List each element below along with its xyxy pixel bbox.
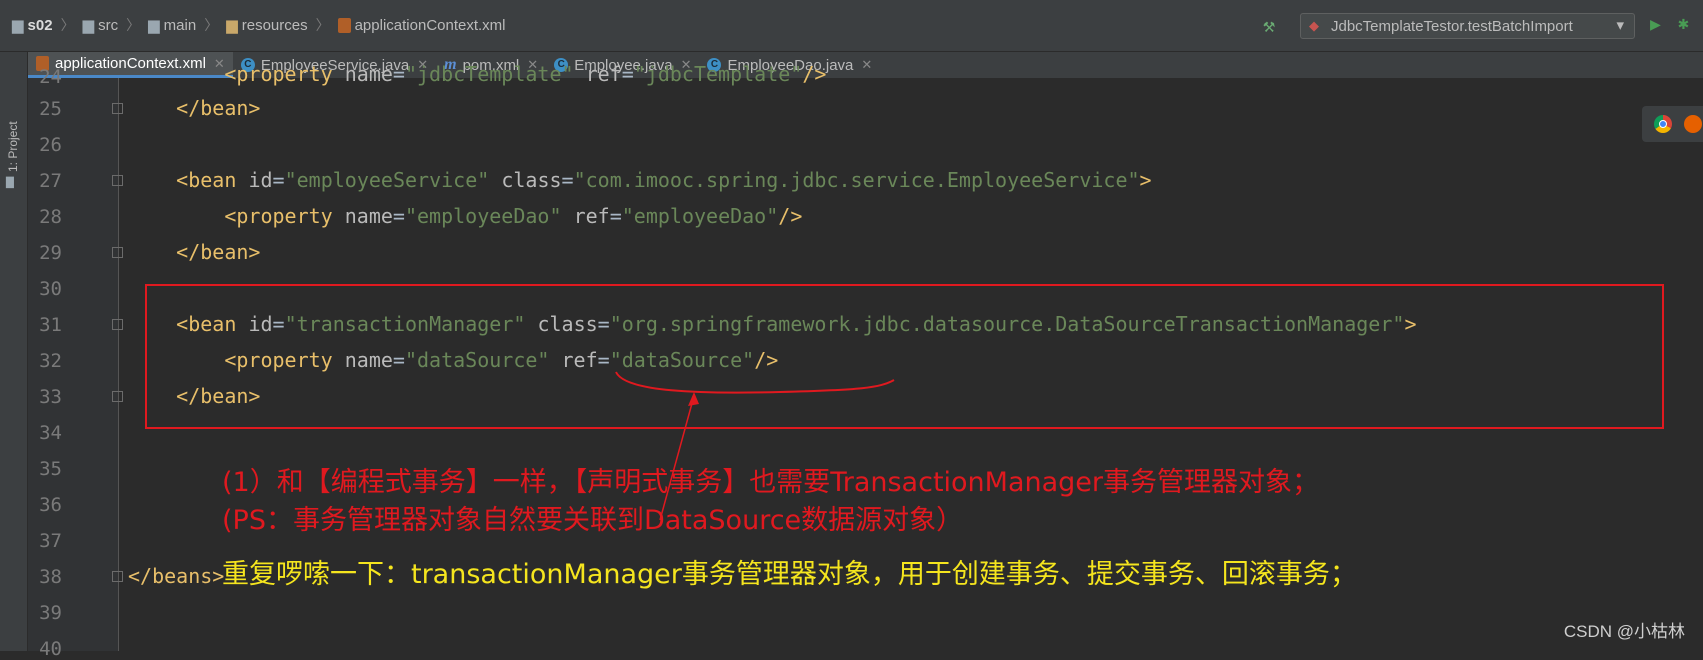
line-number: 35 <box>39 458 62 480</box>
code-line-29[interactable]: </bean> <box>128 240 260 264</box>
folder-icon: ▆ <box>148 17 160 34</box>
code-line-27[interactable]: <bean id="employeeService" class="com.im… <box>128 168 1151 192</box>
breadcrumb-src[interactable]: ▆ src <box>82 16 119 35</box>
build-hammer-icon[interactable]: ⚒ <box>1263 13 1275 37</box>
watermark: CSDN @小枯林 <box>1563 622 1685 641</box>
fold-marker[interactable] <box>112 247 123 258</box>
fold-marker[interactable] <box>112 391 123 402</box>
breadcrumb-main[interactable]: ▆ main <box>148 16 196 35</box>
folder-icon: ▆ <box>12 17 24 34</box>
line-number: 33 <box>39 386 62 408</box>
project-tool-label[interactable]: 1: Project <box>6 121 20 172</box>
project-folder-icon: ▆ <box>6 174 14 189</box>
gutter-divider <box>118 78 119 651</box>
line-number: 25 <box>39 98 62 120</box>
code-line-25[interactable]: </bean> <box>128 96 260 120</box>
annotation-yellow-line: 重复啰嗦一下：transactionManager事务管理器对象，用于创建事务、… <box>222 559 1357 590</box>
fold-marker[interactable] <box>112 103 123 114</box>
browser-preview-toolbar <box>1642 106 1703 142</box>
highlight-box <box>145 284 1664 429</box>
line-number: 26 <box>39 134 62 156</box>
line-number: 30 <box>39 278 62 300</box>
breadcrumb-resources[interactable]: ▆ resources <box>226 16 307 35</box>
annotation-red-line-2: (PS：事务管理器对象自然要关联到DataSource数据源对象） <box>222 505 964 536</box>
line-number: 38 <box>39 566 62 588</box>
line-number: 39 <box>39 602 62 624</box>
line-number: 34 <box>39 422 62 444</box>
fold-marker[interactable] <box>112 319 123 330</box>
line-number: 28 <box>39 206 62 228</box>
line-number: 37 <box>39 530 62 552</box>
line-number: 32 <box>39 350 62 372</box>
folder-icon: ▆ <box>82 17 95 34</box>
run-play-icon[interactable]: ▶ <box>1650 14 1661 35</box>
fold-marker[interactable] <box>112 175 123 186</box>
firefox-icon[interactable] <box>1684 115 1702 133</box>
close-icon[interactable]: ✕ <box>861 57 872 73</box>
breadcrumb: ▆ s02 〉 ▆ src 〉 ▆ main 〉 ▆ resources 〉 appli… <box>12 14 506 36</box>
code-line-28[interactable]: <property name="employeeDao" ref="employ… <box>128 204 802 228</box>
breadcrumb-module[interactable]: ▆ s02 <box>12 16 53 35</box>
debug-bug-icon[interactable]: ✱ <box>1678 13 1689 34</box>
annotation-red-line-1: (1）和【编程式事务】一样，【声明式事务】也需要TransactionManag… <box>222 467 1320 498</box>
chrome-icon[interactable] <box>1654 115 1672 133</box>
run-configuration-select[interactable]: ◆ JdbcTemplateTestor.testBatchImport ▾ <box>1300 13 1635 39</box>
line-number: 31 <box>39 314 62 336</box>
line-number: 29 <box>39 242 62 264</box>
side-tool-strip: 1: Project ▆ <box>0 52 28 651</box>
chevron-right-icon: 〉 <box>126 17 141 33</box>
dropdown-arrow-icon: ▾ <box>1616 17 1624 34</box>
navigation-bar: ▆ s02 〉 ▆ src 〉 ▆ main 〉 ▆ resources 〉 appli… <box>0 0 1703 52</box>
line-number: 40 <box>39 638 62 660</box>
line-number: 27 <box>39 170 62 192</box>
resources-folder-icon: ▆ <box>226 17 238 34</box>
fold-marker[interactable] <box>112 571 123 582</box>
xml-file-icon <box>337 17 351 33</box>
code-line-24[interactable]: <property name="jdbcTemplate" ref="jdbcT… <box>128 62 826 86</box>
chevron-right-icon: 〉 <box>204 17 219 33</box>
line-number: 24 <box>39 66 62 88</box>
junit-icon: ◆ <box>1309 18 1319 33</box>
chevron-right-icon: 〉 <box>315 17 330 33</box>
breadcrumb-file[interactable]: applicationContext.xml <box>337 17 506 34</box>
chevron-right-icon: 〉 <box>60 17 75 33</box>
code-line-38[interactable]: </beans> <box>128 564 224 588</box>
line-number: 36 <box>39 494 62 516</box>
